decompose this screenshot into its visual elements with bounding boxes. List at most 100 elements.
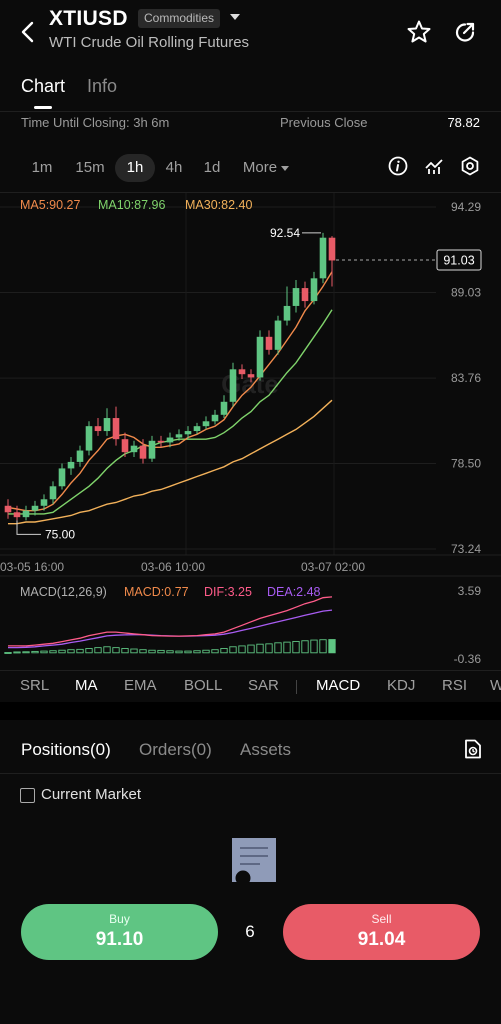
ma5-polyline — [7, 271, 333, 512]
current-market-label: Current Market — [41, 786, 142, 803]
macd-histogram-bar — [157, 649, 165, 654]
ma30-legend: MA30:82.40 — [185, 198, 252, 212]
x-tick-label: 03-05 16:00 — [0, 560, 64, 574]
indicator-macd[interactable]: MACD — [316, 677, 360, 694]
sell-button[interactable]: Sell 91.04 — [283, 904, 480, 960]
indicator-ema[interactable]: EMA — [124, 677, 157, 694]
tab-info[interactable]: Info — [87, 76, 117, 97]
candle-body — [229, 369, 237, 402]
candle-body — [139, 445, 147, 459]
tab-orders[interactable]: Orders(0) — [139, 740, 212, 760]
candlestick-chart[interactable]: 94.29 89.03 83.76 78.50 73.24 03-05 16:00 03-0… — [0, 193, 501, 671]
candle-body — [121, 439, 129, 453]
candle-body — [13, 512, 21, 518]
indicator-icon[interactable] — [423, 155, 445, 177]
candle-body — [31, 505, 39, 511]
instrument-subtitle: WTI Crude Oil Rolling Futures — [49, 34, 250, 51]
buy-button[interactable]: Buy 91.10 — [21, 904, 218, 960]
x-tick-label: 03-07 02:00 — [301, 560, 365, 574]
macd-histogram-bar — [22, 651, 30, 654]
closing-info: Time Until Closing: 3h 6m Previous Close… — [0, 112, 501, 134]
caret-down-icon[interactable] — [230, 14, 240, 20]
current-market-checkbox[interactable] — [20, 788, 35, 803]
indicator-divider — [296, 680, 297, 694]
candle-body — [274, 320, 282, 350]
macd-histogram-bar — [13, 651, 21, 654]
candles — [4, 232, 336, 521]
info-icon[interactable] — [387, 155, 409, 177]
caret-down-icon — [281, 165, 290, 171]
candle-body — [265, 336, 273, 350]
macd-histogram-bar — [166, 650, 174, 654]
macd-value-label: MACD:0.77 — [124, 585, 189, 599]
macd-histogram-bar — [103, 646, 111, 654]
time-until-closing: Time Until Closing: 3h 6m — [21, 115, 170, 130]
candle-body — [220, 401, 228, 415]
candle-body — [202, 421, 210, 427]
candle-body — [193, 426, 201, 432]
symbol-title[interactable]: XTIUSD — [49, 7, 128, 31]
y-tick-label: 89.03 — [451, 285, 481, 299]
macd-histogram-bar — [265, 643, 273, 654]
spread-value: 6 — [245, 922, 255, 941]
interval-more[interactable]: More — [238, 154, 294, 182]
candle-body — [49, 486, 57, 500]
candle-body — [310, 278, 318, 302]
high-price-label: 92.54 — [270, 226, 300, 240]
interval-more-label: More — [242, 159, 278, 176]
indicator-rsi[interactable]: RSI — [442, 677, 467, 694]
macd-histogram-bar — [202, 649, 210, 654]
ma10-line — [8, 309, 333, 515]
indicator-boll[interactable]: BOLL — [184, 677, 222, 694]
interval-1d[interactable]: 1d — [197, 154, 227, 182]
macd-histogram-bar — [310, 639, 318, 654]
macd-histogram-bar — [148, 649, 156, 654]
settings-icon[interactable] — [459, 155, 481, 177]
candle-body — [256, 336, 264, 378]
tab-assets[interactable]: Assets — [240, 740, 291, 760]
indicator-sar[interactable]: SAR — [248, 677, 279, 694]
dea-value-label: DEA:2.48 — [267, 585, 321, 599]
macd-histogram-bar — [184, 650, 192, 654]
star-icon[interactable] — [406, 19, 432, 45]
ma10-legend: MA10:87.96 — [98, 198, 165, 212]
interval-1m[interactable]: 1m — [24, 154, 60, 182]
indicator-srl[interactable]: SRL — [20, 677, 49, 694]
macd-histogram-bar — [292, 640, 300, 654]
candle-body — [58, 468, 66, 487]
candle-body — [292, 288, 300, 306]
macd-y-tick-label: -0.36 — [454, 652, 482, 666]
view-tabs: Chart Info — [0, 66, 501, 112]
share-icon[interactable] — [452, 19, 478, 45]
interval-1h[interactable]: 1h — [115, 154, 155, 182]
candle-body — [247, 374, 255, 378]
ma10-polyline — [8, 309, 333, 515]
interval-4h[interactable]: 4h — [158, 154, 190, 182]
indicator-kdj[interactable]: KDJ — [387, 677, 415, 694]
candle-body — [103, 418, 111, 432]
indicator-ma[interactable]: MA — [75, 677, 98, 694]
macd-histogram-bar — [328, 639, 336, 654]
tab-chart[interactable]: Chart — [21, 76, 65, 97]
macd-histogram-bar — [283, 641, 291, 654]
interval-15m[interactable]: 15m — [70, 154, 110, 182]
tab-positions[interactable]: Positions(0) — [21, 740, 111, 760]
macd-histogram-bar — [76, 648, 84, 654]
candle-body — [238, 369, 246, 375]
macd-histogram-bar — [31, 650, 39, 654]
sell-price: 91.04 — [357, 929, 406, 950]
back-arrow-icon[interactable] — [16, 18, 40, 46]
macd-histogram-bar — [319, 639, 327, 654]
order-history-icon[interactable] — [462, 738, 484, 760]
previous-close-value: 78.82 — [447, 115, 480, 130]
dif-line — [8, 596, 333, 647]
price-chart[interactable]: 94.29 89.03 83.76 78.50 73.24 03-05 16:00 03-0… — [0, 192, 501, 670]
candle-body — [112, 418, 120, 440]
indicator-w[interactable]: W — [490, 677, 501, 694]
last-price-label: 91.03 — [443, 253, 474, 267]
candle-body — [22, 510, 30, 518]
macd-histogram-bar — [247, 644, 255, 654]
candle-body — [76, 450, 84, 462]
macd-histogram-bar — [67, 649, 75, 654]
macd-y-tick-label: 3.59 — [458, 584, 482, 598]
